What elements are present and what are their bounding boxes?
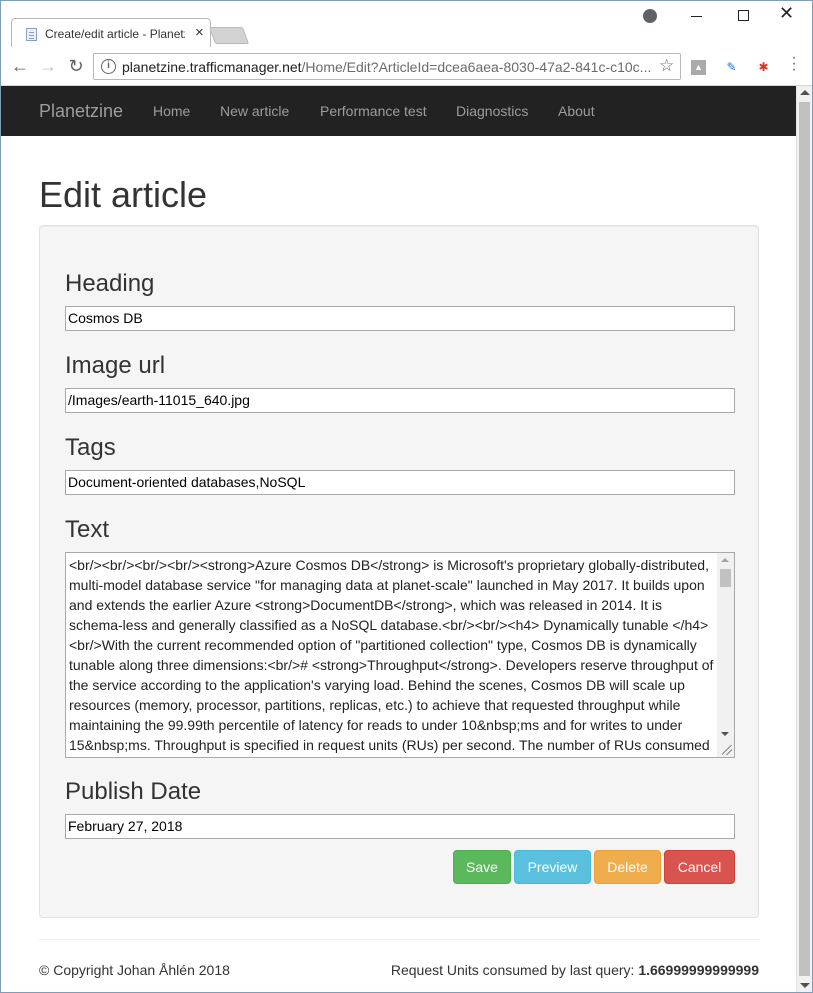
preview-button[interactable]: Preview xyxy=(514,850,591,884)
minimize-icon[interactable] xyxy=(691,16,702,17)
textarea-scrollbar[interactable] xyxy=(717,553,734,757)
url-text[interactable]: planetzine.trafficmanager.net/Home/Edit?… xyxy=(122,59,652,75)
edit-form: Heading Cosmos DB Image url /Images/eart… xyxy=(39,225,759,918)
page-viewport: Planetzine Home New article Performance … xyxy=(1,86,796,992)
cancel-button[interactable]: Cancel xyxy=(664,850,735,884)
url-path: /Home/Edit?ArticleId=dcea6aea-8030-47a2-… xyxy=(301,59,652,75)
footer-divider xyxy=(39,939,759,940)
page-scroll-thumb[interactable] xyxy=(799,102,810,976)
browser-toolbar: ← → ↻ i planetzine.trafficmanager.net/Ho… xyxy=(1,47,812,86)
window-close-icon[interactable]: ✕ xyxy=(779,3,794,24)
back-icon[interactable]: ← xyxy=(9,55,31,77)
nav-diagnostics[interactable]: Diagnostics xyxy=(456,103,528,119)
url-host: planetzine.trafficmanager.net xyxy=(122,59,302,75)
delete-button[interactable]: Delete xyxy=(594,850,661,884)
nav-new-article[interactable]: New article xyxy=(220,103,289,119)
resize-handle-icon[interactable] xyxy=(722,745,732,755)
browser-tab[interactable]: Create/edit article - Planetzine × xyxy=(11,18,211,48)
text-label: Text xyxy=(65,516,110,543)
brand-link[interactable]: Planetzine xyxy=(39,101,123,122)
red-extension-icon[interactable]: ✱ xyxy=(756,60,771,75)
tab-strip: Create/edit article - Planetzine × ✕ xyxy=(1,1,812,48)
pdf-extension-icon[interactable]: ▲ xyxy=(691,60,706,75)
tab-title: Create/edit article - Planetzine xyxy=(45,27,185,41)
tab-close-icon[interactable]: × xyxy=(195,24,204,41)
info-icon[interactable]: i xyxy=(101,59,116,74)
publish-date-input[interactable]: February 27, 2018 xyxy=(65,814,735,839)
menu-icon[interactable]: · · · xyxy=(787,50,801,78)
scroll-up-icon[interactable] xyxy=(721,558,729,562)
nav-home[interactable]: Home xyxy=(153,103,190,119)
nav-about[interactable]: About xyxy=(558,103,595,119)
pen-extension-icon[interactable]: ✎ xyxy=(724,60,739,75)
page-scrollbar[interactable] xyxy=(796,86,812,992)
tags-input[interactable]: Document-oriented databases,NoSQL xyxy=(65,470,735,495)
request-units-text: Request Units consumed by last query: 1.… xyxy=(391,962,759,978)
text-textarea[interactable]: <br/><br/><br/><br/><strong>Azure Cosmos… xyxy=(65,552,735,758)
heading-label: Heading xyxy=(65,270,155,297)
image-url-input[interactable]: /Images/earth-11015_640.jpg xyxy=(65,388,735,413)
star-icon[interactable]: ☆ xyxy=(659,56,674,76)
browser-window: Create/edit article - Planetzine × ✕ ← →… xyxy=(0,0,813,993)
image-url-label: Image url xyxy=(65,352,166,379)
request-units-value: 1.66999999999999 xyxy=(638,962,759,978)
page-icon xyxy=(26,28,37,41)
heading-input[interactable]: Cosmos DB xyxy=(65,306,735,331)
user-icon[interactable] xyxy=(643,9,657,23)
nav-performance-test[interactable]: Performance test xyxy=(320,103,427,119)
new-tab-button[interactable] xyxy=(208,27,250,44)
scroll-down-icon[interactable] xyxy=(721,732,729,736)
request-units-label: Request Units consumed by last query: xyxy=(390,962,639,978)
scroll-down-icon[interactable] xyxy=(800,983,810,988)
reload-icon[interactable]: ↻ xyxy=(65,55,87,77)
copyright-text: © Copyright Johan Åhlén 2018 xyxy=(39,962,230,978)
forward-icon[interactable]: → xyxy=(37,55,59,77)
site-navbar: Planetzine Home New article Performance … xyxy=(1,86,796,136)
tags-label: Tags xyxy=(65,434,116,461)
publish-date-label: Publish Date xyxy=(65,778,202,805)
scroll-up-icon[interactable] xyxy=(800,90,810,95)
maximize-icon[interactable] xyxy=(738,10,749,21)
textarea-scroll-thumb[interactable] xyxy=(720,569,731,587)
address-bar[interactable]: i planetzine.trafficmanager.net/Home/Edi… xyxy=(93,53,681,80)
page-title: Edit article xyxy=(39,174,208,215)
save-button[interactable]: Save xyxy=(453,850,511,884)
textarea-content: <br/><br/><br/><br/><strong>Azure Cosmos… xyxy=(69,557,714,753)
